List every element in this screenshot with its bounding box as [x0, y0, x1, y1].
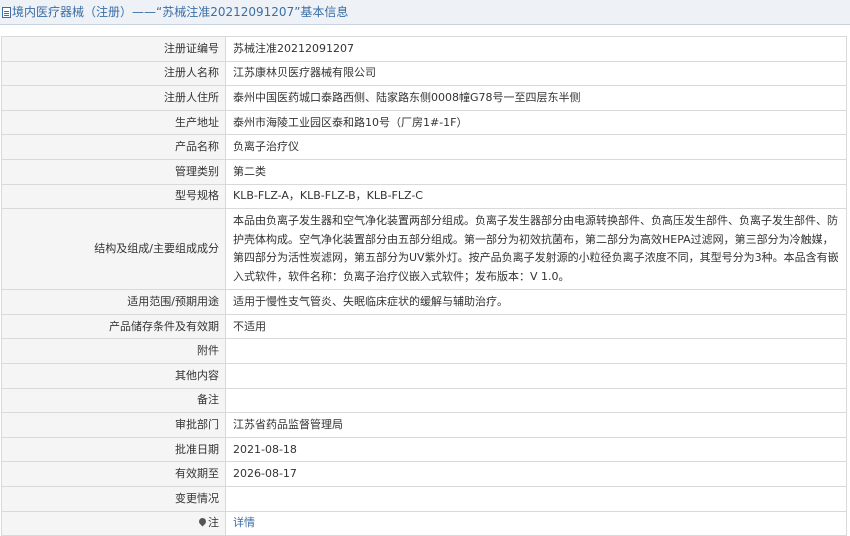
row-value	[225, 338, 847, 364]
row-value: KLB-FLZ-A，KLB-FLZ-B，KLB-FLZ-C	[225, 183, 847, 210]
table-row: 其他内容	[1, 362, 847, 389]
row-label: 适用范围/预期用途	[1, 289, 226, 315]
row-value: 第二类	[225, 158, 847, 185]
table-row: 生产地址 泰州市海陵工业园区泰和路10号（厂房1#-1F）	[1, 109, 847, 136]
row-label: 管理类别	[1, 158, 226, 185]
row-value: 2021-08-18	[225, 436, 847, 463]
row-value: 2026-08-17	[225, 461, 847, 487]
row-label: 结构及组成/主要组成成分	[1, 208, 226, 291]
row-value: 泰州市海陵工业园区泰和路10号（厂房1#-1F）	[225, 109, 847, 136]
note-label: 注	[208, 516, 219, 530]
row-value	[225, 362, 847, 389]
table-row: 产品名称 负离子治疗仪	[1, 134, 847, 160]
row-label: 变更情况	[1, 485, 226, 512]
page-title-bar: 境内医疗器械（注册）——“苏械注准20212091207”基本信息	[0, 0, 850, 25]
row-label: 附件	[1, 338, 226, 364]
row-label: 其他内容	[1, 362, 226, 389]
row-value: 适用于慢性支气管炎、失眠临床症状的缓解与辅助治疗。	[225, 289, 847, 315]
row-value	[225, 485, 847, 512]
table-row: 产品储存条件及有效期 不适用	[1, 313, 847, 340]
document-icon	[2, 7, 11, 18]
table-row: 管理类别 第二类	[1, 158, 847, 185]
row-label: 注册人名称	[1, 60, 226, 87]
table-row: 型号规格 KLB-FLZ-A，KLB-FLZ-B，KLB-FLZ-C	[1, 183, 847, 210]
table-row: 变更情况	[1, 485, 847, 512]
page-title: 境内医疗器械（注册）——“苏械注准20212091207”基本信息	[12, 5, 349, 19]
row-value: 江苏省药品监督管理局	[225, 412, 847, 438]
info-table-wrapper: 注册证编号 苏械注准20212091207 注册人名称 江苏康林贝医疗器械有限公…	[0, 25, 850, 536]
row-label: 注册人住所	[1, 85, 226, 111]
row-value	[225, 387, 847, 414]
table-row: 批准日期 2021-08-18	[1, 436, 847, 463]
row-label: 审批部门	[1, 412, 226, 438]
row-value: 泰州中国医药城口泰路西侧、陆家路东侧0008幢G78号一至四层东半侧	[225, 85, 847, 111]
table-row: 审批部门 江苏省药品监督管理局	[1, 412, 847, 438]
table-row: 有效期至 2026-08-17	[1, 461, 847, 487]
table-row: 注册人名称 江苏康林贝医疗器械有限公司	[1, 60, 847, 87]
table-row: 附件	[1, 338, 847, 364]
row-value: 负离子治疗仪	[225, 134, 847, 160]
row-label: 有效期至	[1, 461, 226, 487]
row-value: 本品由负离子发生器和空气净化装置两部分组成。负离子发生器部分由电源转换部件、负高…	[225, 208, 847, 291]
row-label: 产品储存条件及有效期	[1, 313, 226, 340]
table-row: 结构及组成/主要组成成分 本品由负离子发生器和空气净化装置两部分组成。负离子发生…	[1, 208, 847, 291]
row-label: 批准日期	[1, 436, 226, 463]
row-value: 江苏康林贝医疗器械有限公司	[225, 60, 847, 87]
pin-icon	[197, 516, 208, 527]
row-value: 不适用	[225, 313, 847, 340]
table-row: 注册人住所 泰州中国医药城口泰路西侧、陆家路东侧0008幢G78号一至四层东半侧	[1, 85, 847, 111]
row-label: 注册证编号	[1, 36, 226, 62]
detail-link[interactable]: 详情	[233, 516, 255, 529]
table-row: 注册证编号 苏械注准20212091207	[1, 36, 847, 62]
row-label: 备注	[1, 387, 226, 414]
table-row: 备注	[1, 387, 847, 414]
row-label: 产品名称	[1, 134, 226, 160]
row-label: 型号规格	[1, 183, 226, 210]
row-value: 苏械注准20212091207	[225, 36, 847, 62]
table-row: 适用范围/预期用途 适用于慢性支气管炎、失眠临床症状的缓解与辅助治疗。	[1, 289, 847, 315]
row-label: 生产地址	[1, 109, 226, 136]
info-table: 注册证编号 苏械注准20212091207 注册人名称 江苏康林贝医疗器械有限公…	[1, 36, 847, 536]
